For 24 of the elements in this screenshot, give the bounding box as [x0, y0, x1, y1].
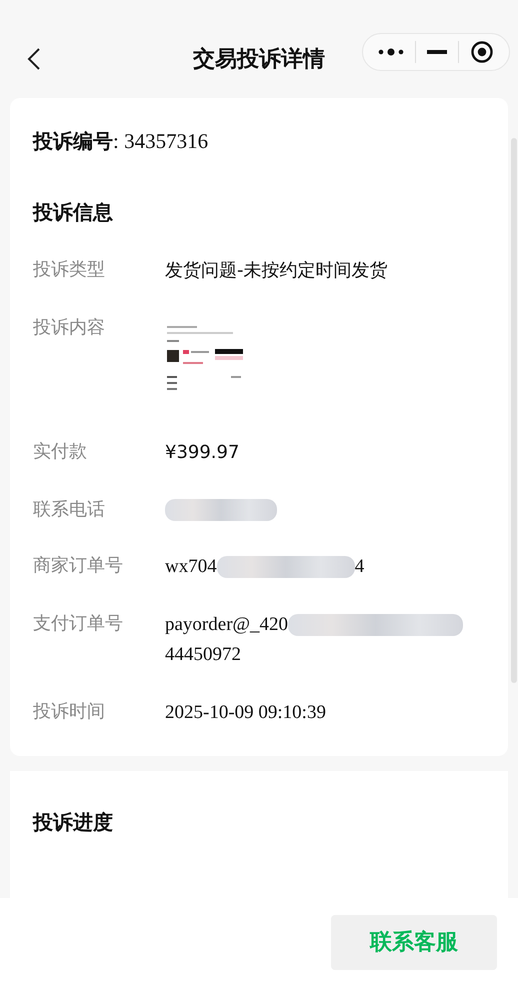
field-value: 44450972 — [165, 643, 241, 667]
field-value: 发货问题-未按约定时间发货 — [165, 259, 388, 283]
more-icon[interactable] — [378, 48, 404, 56]
section-heading: 投诉信息 — [33, 199, 114, 226]
field-value: 4 — [354, 555, 364, 579]
field-label: 联系电话 — [33, 498, 106, 522]
minimize-icon[interactable] — [426, 50, 447, 54]
field-value: ¥399.97 — [165, 441, 240, 465]
field-label: 支付订单号 — [33, 612, 124, 636]
back-icon[interactable] — [27, 47, 41, 71]
field-label: 实付款 — [33, 440, 88, 464]
field-label: 投诉时间 — [33, 700, 106, 724]
field-value: wx704 — [165, 555, 217, 579]
field-label: 商家订单号 — [33, 554, 124, 578]
field-value: payorder@_420 — [165, 613, 288, 637]
page-title: 交易投诉详情 — [192, 46, 326, 74]
complaint-id-label: 投诉编号 — [33, 128, 113, 155]
section-heading: 投诉进度 — [33, 809, 114, 836]
close-icon[interactable] — [470, 40, 494, 64]
contact-service-button[interactable]: 联系客服 — [331, 914, 497, 970]
field-label: 投诉类型 — [33, 258, 106, 282]
field-value: 2025-10-09 09:10:39 — [165, 701, 326, 725]
complaint-id-value: : 34357316 — [113, 129, 208, 154]
field-label: 投诉内容 — [33, 316, 106, 340]
